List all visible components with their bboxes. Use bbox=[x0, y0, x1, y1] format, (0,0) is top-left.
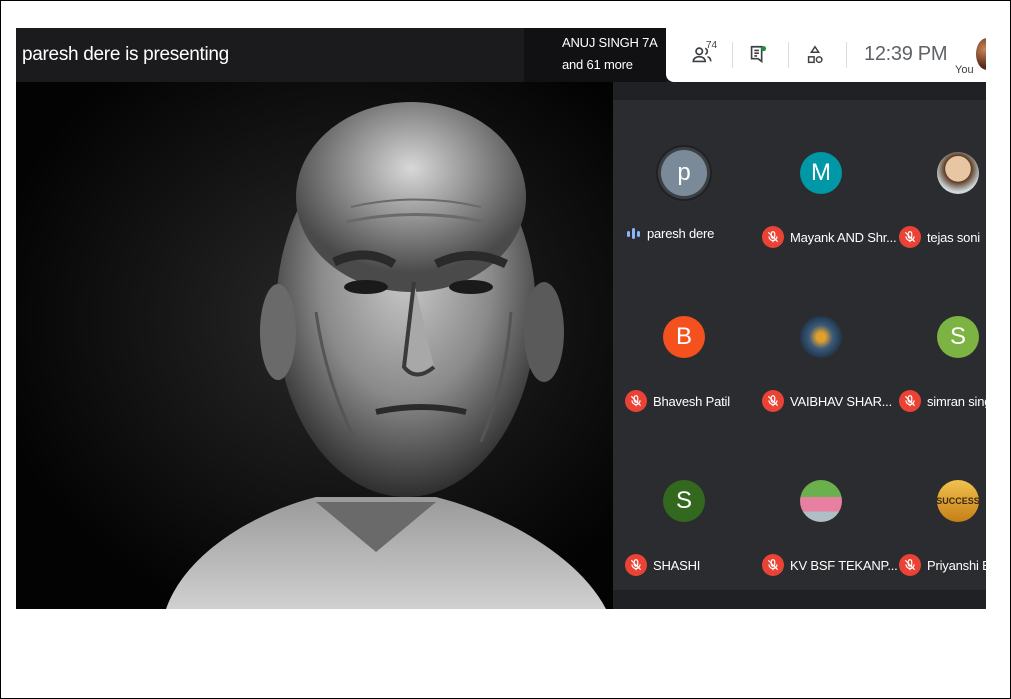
participant-avatar bbox=[800, 316, 842, 358]
participant-name-row: simran singh bbox=[899, 390, 986, 412]
clock: 12:39 PM bbox=[864, 43, 948, 65]
participant-avatar bbox=[800, 480, 842, 522]
participant-avatar: S bbox=[937, 316, 979, 358]
muted-mic-icon bbox=[899, 226, 921, 248]
divider bbox=[732, 42, 733, 68]
participant-tile[interactable]: VAIBHAV SHAR... bbox=[756, 264, 892, 424]
participant-tile[interactable]: S SHASHI bbox=[619, 428, 753, 588]
muted-mic-icon bbox=[762, 554, 784, 576]
participant-name: SHASHI bbox=[653, 557, 701, 573]
participant-tile[interactable]: M Mayank AND Shr... bbox=[756, 100, 897, 260]
meet-window: paresh dere is presenting ANUJ SINGH 7A … bbox=[16, 28, 986, 609]
participant-name-row: KV BSF TEKANP... bbox=[762, 554, 898, 576]
participant-name: Bhavesh Patil bbox=[653, 393, 730, 409]
activities-button[interactable] bbox=[792, 28, 838, 82]
muted-mic-icon bbox=[625, 390, 647, 412]
chat-button[interactable] bbox=[736, 28, 780, 82]
activities-icon bbox=[807, 45, 823, 64]
speaking-indicator-icon bbox=[625, 228, 641, 239]
participant-name: KV BSF TEKANP... bbox=[790, 557, 898, 573]
divider bbox=[846, 42, 847, 68]
muted-mic-icon bbox=[625, 554, 647, 576]
participant-name: paresh dere bbox=[647, 226, 715, 241]
muted-mic-icon bbox=[899, 554, 921, 576]
participant-name-row: Priyanshi Bh bbox=[899, 554, 986, 576]
participant-name-row: VAIBHAV SHAR... bbox=[762, 390, 892, 412]
participant-tile[interactable]: Ssimran singh bbox=[893, 264, 986, 424]
participant-name: simran singh bbox=[927, 393, 986, 409]
raised-hands-more: and 61 more bbox=[562, 57, 633, 72]
participant-name: Mayank AND Shr... bbox=[790, 229, 897, 245]
presentation-stage bbox=[16, 82, 613, 609]
participant-name-row: Mayank AND Shr... bbox=[762, 226, 897, 248]
participant-avatar: B bbox=[663, 316, 705, 358]
you-label: You bbox=[955, 64, 974, 76]
participant-name: tejas soni bbox=[927, 229, 980, 245]
presentation-portrait-image bbox=[16, 82, 613, 609]
participant-tile[interactable]: SUCCESS Priyanshi Bh bbox=[893, 428, 986, 588]
participant-avatar: p bbox=[661, 150, 707, 196]
participant-name: VAIBHAV SHAR... bbox=[790, 393, 892, 409]
participant-avatar: SUCCESS bbox=[936, 480, 980, 522]
muted-mic-icon bbox=[762, 226, 784, 248]
divider bbox=[788, 42, 789, 68]
muted-mic-icon bbox=[762, 390, 784, 412]
participant-tile[interactable]: tejas soni bbox=[893, 100, 986, 260]
raised-hands-first-name: ANUJ SINGH 7A bbox=[562, 35, 658, 50]
participant-name-row: SHASHI bbox=[625, 554, 700, 576]
participant-avatar: M bbox=[800, 152, 842, 194]
presenting-label: paresh dere is presenting bbox=[22, 44, 229, 65]
muted-mic-icon bbox=[899, 390, 921, 412]
participant-name-row: paresh dere bbox=[625, 226, 714, 241]
avatar-image-text: SUCCESS bbox=[936, 496, 980, 506]
raised-hands-notice[interactable]: ANUJ SINGH 7A and 61 more bbox=[524, 28, 666, 82]
participant-count-badge: 74 bbox=[706, 40, 718, 51]
participant-avatar bbox=[937, 152, 979, 194]
self-avatar[interactable] bbox=[976, 38, 986, 70]
participant-name-row: tejas soni bbox=[899, 226, 980, 248]
participant-tile[interactable]: KV BSF TEKANP... bbox=[756, 428, 898, 588]
top-bar: paresh dere is presenting ANUJ SINGH 7A … bbox=[16, 28, 986, 82]
participants-grid: p paresh dere M Mayank AND Shr... tejas soni… bbox=[613, 100, 986, 590]
participant-name: Priyanshi Bh bbox=[927, 557, 986, 573]
participant-name-row: Bhavesh Patil bbox=[625, 390, 730, 412]
participant-tile[interactable]: p paresh dere bbox=[619, 100, 753, 260]
participant-avatar: S bbox=[663, 480, 705, 522]
people-button[interactable] bbox=[680, 28, 724, 82]
participant-tile[interactable]: B Bhavesh Patil bbox=[619, 264, 753, 424]
chat-icon bbox=[750, 45, 767, 64]
meeting-controls: 74 12:39 PM You bbox=[666, 28, 986, 82]
